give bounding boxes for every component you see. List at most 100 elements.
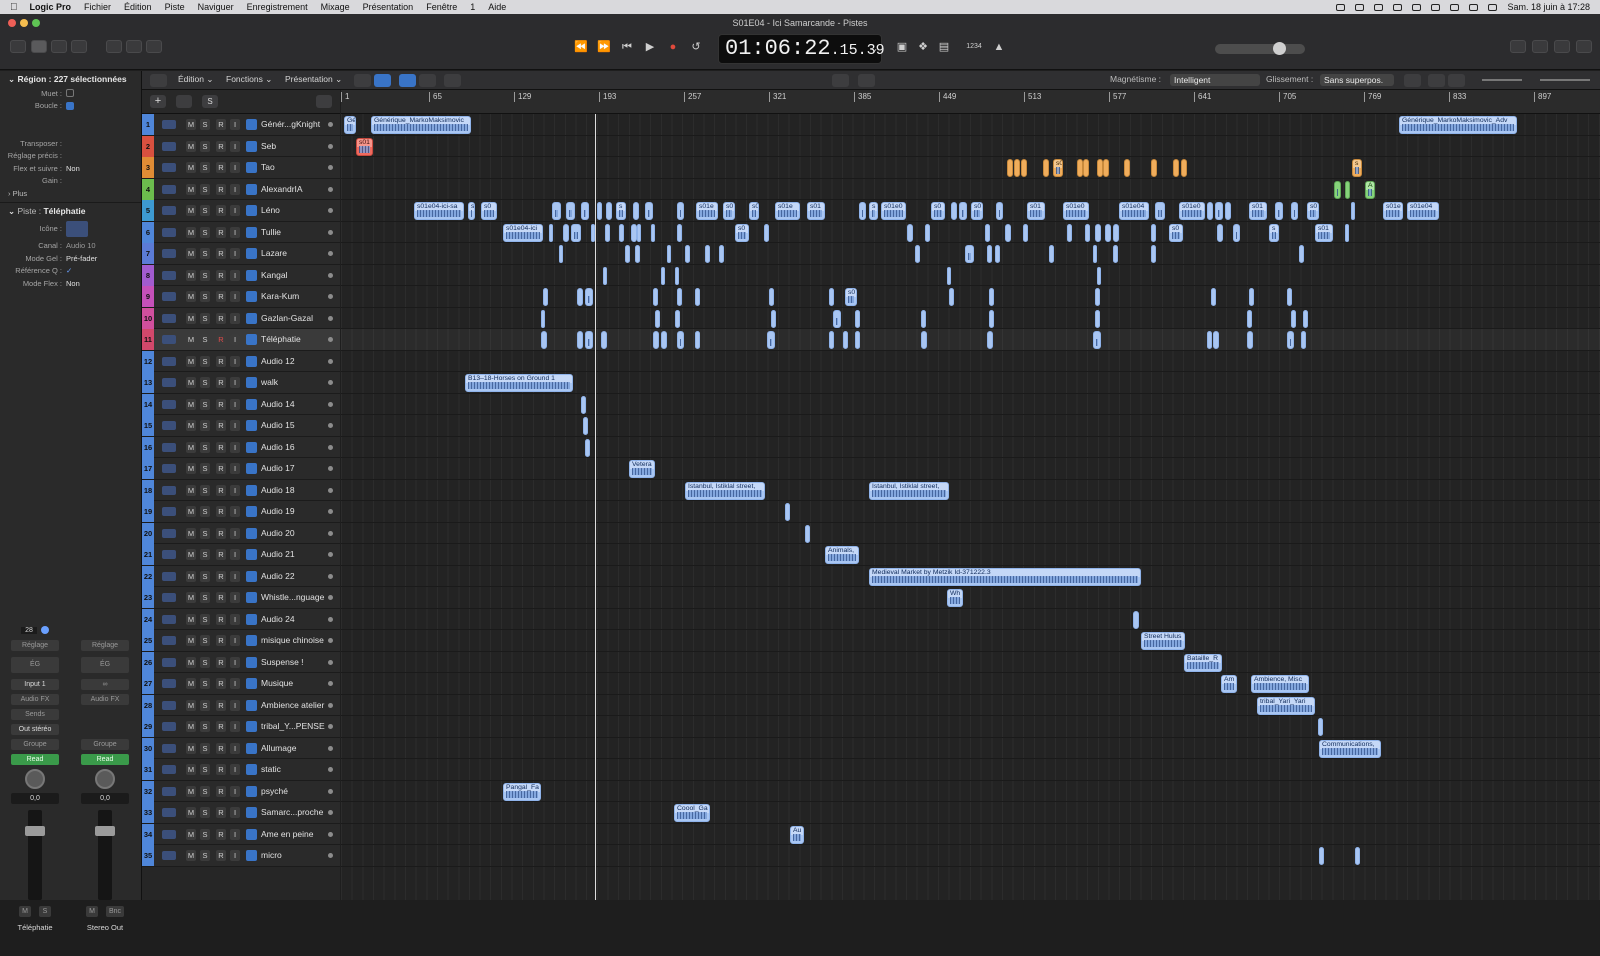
track-name[interactable]: psyché (261, 781, 288, 802)
pan-knob[interactable] (25, 769, 45, 789)
record-enable-button[interactable]: R (216, 742, 226, 754)
audio-region[interactable] (581, 395, 586, 414)
apple-icon[interactable]:  (10, 2, 18, 13)
track-name[interactable]: Génér...gKnight (261, 114, 320, 135)
input-monitor-button[interactable]: I (230, 549, 240, 560)
automation-icon[interactable] (246, 656, 257, 668)
track-header[interactable]: 25 M S R Imisique chinoise (142, 630, 340, 652)
user-icon[interactable] (1374, 3, 1384, 11)
record-enable-button[interactable]: R (216, 850, 226, 861)
track-header[interactable]: 1 M S R I Génér...gKnight (142, 114, 340, 136)
audio-region[interactable] (949, 288, 954, 306)
strip-gain-value[interactable]: 28 (21, 626, 37, 634)
audio-region[interactable] (633, 202, 639, 220)
inspector-button[interactable] (31, 40, 47, 53)
audio-region[interactable] (1007, 159, 1013, 177)
strip-mute-button[interactable]: M (86, 906, 98, 917)
input-monitor-button[interactable]: I (230, 248, 240, 259)
audio-region[interactable] (581, 202, 589, 220)
automation-icon[interactable] (246, 850, 257, 861)
audio-region[interactable]: Générique_MarkoMaksimovic_Adv (1399, 116, 1517, 134)
audio-region[interactable]: s01e (696, 202, 718, 220)
automation-icon[interactable] (246, 484, 257, 496)
mute-checkbox[interactable] (66, 89, 74, 98)
input-monitor-button[interactable]: I (230, 699, 240, 711)
solo-button[interactable]: S (200, 635, 210, 646)
audio-region[interactable] (1133, 610, 1139, 629)
lcd-dropdown-icon[interactable]: ⌄ (872, 35, 877, 63)
audio-region[interactable] (1318, 718, 1323, 736)
audio-region[interactable] (1303, 309, 1308, 328)
audio-region[interactable] (1093, 245, 1097, 263)
automation-icon[interactable] (246, 699, 257, 711)
track-header[interactable]: 14 M S R I Audio 14 (142, 393, 340, 415)
solo-icon[interactable]: ▤ (935, 40, 953, 54)
audio-region[interactable]: s0 (971, 202, 983, 220)
audio-region[interactable] (1103, 159, 1109, 177)
mute-button[interactable]: M (186, 398, 196, 410)
record-enable-button[interactable]: R (216, 248, 226, 259)
audio-region[interactable] (677, 331, 684, 349)
audio-region[interactable]: s (468, 202, 475, 220)
audio-region[interactable]: Coool_Ga (674, 804, 710, 822)
record-enable-button[interactable]: R (216, 785, 226, 797)
browser-button[interactable] (1576, 40, 1592, 53)
audio-region[interactable] (653, 331, 659, 349)
automation-icon[interactable] (246, 441, 257, 453)
track-header[interactable]: 21 M S R I Audio 21 (142, 544, 340, 566)
audio-region[interactable]: s0 (931, 202, 945, 220)
strip-automation-button[interactable]: Read (11, 754, 59, 765)
input-monitor-button[interactable]: I (230, 484, 240, 496)
mute-button[interactable]: M (186, 205, 196, 216)
metronome-icon[interactable]: ▲ (990, 40, 1008, 54)
region-field-transposer[interactable]: Transposer : (0, 137, 141, 150)
input-monitor-button[interactable]: I (230, 656, 240, 668)
audio-region[interactable] (855, 309, 860, 328)
input-monitor-button[interactable]: I (230, 828, 240, 840)
audio-region[interactable] (719, 245, 724, 263)
mute-button[interactable]: M (186, 721, 196, 732)
automation-icon[interactable] (246, 183, 257, 195)
audio-region[interactable] (921, 331, 927, 349)
automation-icon[interactable] (246, 291, 257, 302)
audio-region[interactable] (1105, 223, 1111, 242)
solo-button[interactable]: S (200, 441, 210, 453)
track-header[interactable]: 35 M S R Imicro (142, 845, 340, 867)
solo-button[interactable]: S (200, 656, 210, 668)
duplicate-track-icon[interactable] (176, 95, 192, 108)
audio-region[interactable] (1249, 288, 1254, 306)
automation-icon[interactable] (246, 506, 257, 517)
track-lane[interactable] (341, 802, 1600, 824)
mute-button[interactable]: M (186, 226, 196, 238)
input-monitor-button[interactable]: I (230, 613, 240, 625)
global-solo-button[interactable]: S (202, 95, 218, 108)
record-enable-button[interactable]: R (216, 828, 226, 840)
smart-controls-button[interactable] (106, 40, 122, 53)
track-field-gel[interactable]: Mode Gel : Pré-fader (0, 252, 141, 265)
track-header[interactable]: 24 M S R I Audio 24 (142, 608, 340, 630)
record-enable-button[interactable]: R (216, 807, 226, 818)
region-field-gain[interactable]: Gain : (0, 175, 141, 188)
audio-region[interactable] (859, 202, 866, 220)
strip-solo-button[interactable]: S (39, 906, 51, 917)
volume-fader[interactable] (95, 810, 115, 900)
track-name[interactable]: Audio 16 (261, 437, 295, 458)
audio-region[interactable]: s01e04 (1119, 202, 1149, 220)
track-name[interactable]: Musique (261, 673, 293, 694)
audio-region[interactable] (1155, 202, 1165, 220)
track-name[interactable]: Whistle...nguage (261, 587, 324, 608)
audio-region[interactable] (1207, 202, 1213, 220)
magnet-select[interactable]: Intelligent (1170, 74, 1260, 86)
audio-region[interactable] (1215, 202, 1223, 220)
mute-button[interactable]: M (186, 183, 196, 195)
solo-button[interactable]: S (200, 807, 210, 818)
track-lane[interactable] (341, 845, 1600, 867)
audio-region[interactable]: Istanbul, Istiklal street, (869, 481, 949, 500)
audio-region[interactable]: Am (1221, 675, 1237, 693)
solo-button[interactable]: S (200, 355, 210, 367)
audio-region[interactable] (597, 202, 602, 220)
automation-icon[interactable] (246, 742, 257, 754)
menu-piste[interactable]: Piste (165, 2, 185, 12)
record-enable-button[interactable]: R (216, 226, 226, 238)
audio-region[interactable]: A (1365, 180, 1375, 199)
